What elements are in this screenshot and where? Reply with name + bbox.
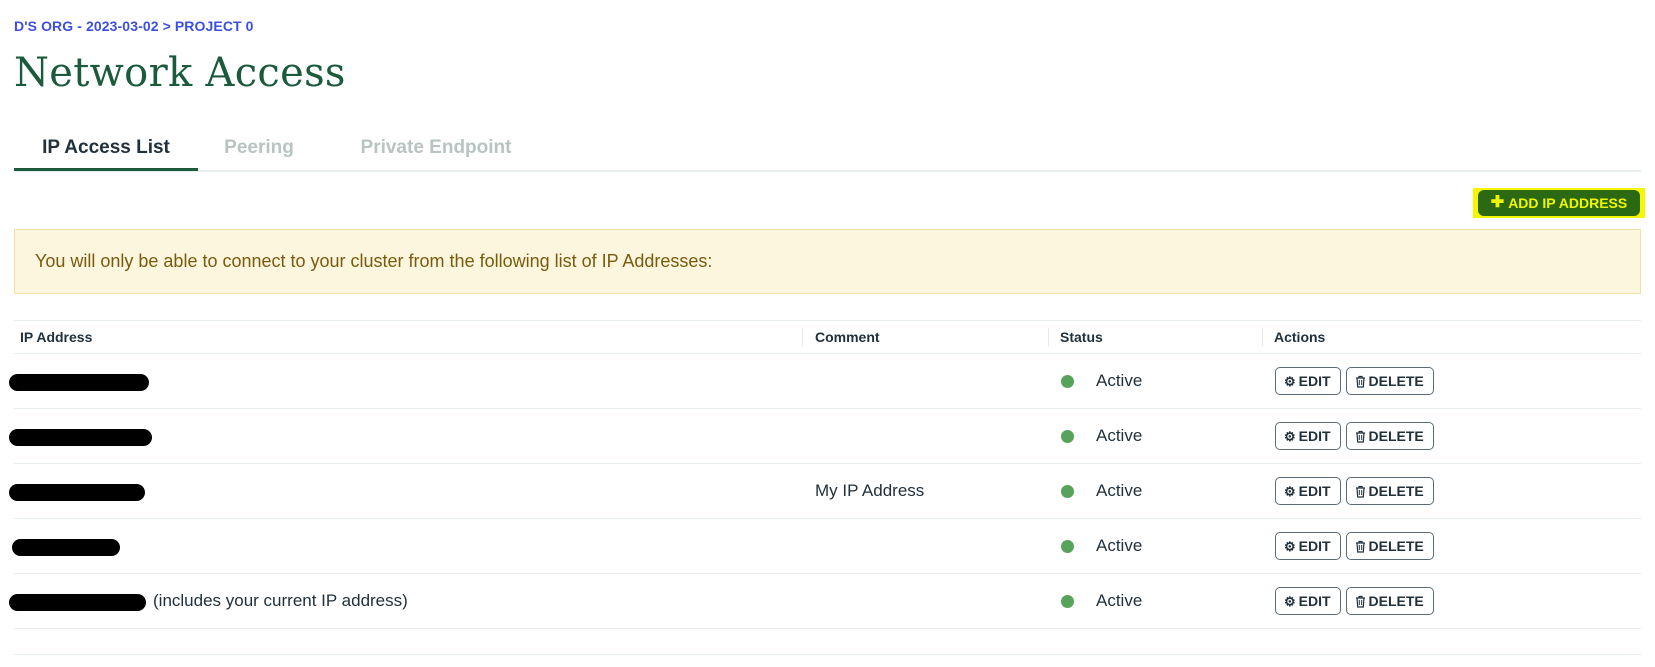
delete-button[interactable]: DELETE <box>1345 477 1434 505</box>
breadcrumb[interactable]: D'S ORG - 2023-03-02 > PROJECT 0 <box>14 18 254 34</box>
edit-button[interactable]: ⚙ EDIT <box>1275 587 1341 615</box>
edit-label: EDIT <box>1298 428 1331 444</box>
row-status: Active <box>1096 371 1143 390</box>
page-title: Network Access <box>14 50 346 96</box>
row-status: Active <box>1096 481 1143 500</box>
table-row: Active ⚙ EDIT DELETE <box>12 519 1641 574</box>
tab-ip-access-list[interactable]: IP Access List <box>14 128 198 171</box>
column-divider <box>1262 328 1263 347</box>
status-dot <box>1061 595 1074 608</box>
status-dot <box>1061 485 1074 498</box>
header-status: Status <box>1060 329 1103 345</box>
delete-label: DELETE <box>1368 373 1424 389</box>
row-actions: ⚙ EDIT DELETE <box>1275 422 1434 450</box>
header-ip-address: IP Address <box>20 329 93 345</box>
row-actions: ⚙ EDIT DELETE <box>1275 477 1434 505</box>
tab-peering[interactable]: Peering <box>198 128 320 168</box>
edit-button[interactable]: ⚙ EDIT <box>1275 477 1341 505</box>
gear-icon: ⚙ <box>1284 373 1296 389</box>
table-row: Active ⚙ EDIT DELETE <box>9 409 1641 464</box>
plus-icon: ✚ <box>1490 194 1505 211</box>
table-header: IP Address Comment Status Actions <box>14 320 1641 354</box>
trash-icon <box>1355 540 1366 553</box>
delete-button[interactable]: DELETE <box>1345 422 1434 450</box>
redacted-ip <box>12 539 120 556</box>
gear-icon: ⚙ <box>1284 538 1296 554</box>
row-status: Active <box>1096 591 1143 610</box>
ip-access-table: IP Address Comment Status Actions Active… <box>9 320 1641 629</box>
gear-icon: ⚙ <box>1284 483 1296 499</box>
current-ip-note: (includes your current IP address) <box>153 591 408 610</box>
add-ip-address-label: ADD IP ADDRESS <box>1508 195 1628 211</box>
table-row: (includes your current IP address) Activ… <box>9 574 1641 629</box>
delete-label: DELETE <box>1368 538 1424 554</box>
delete-label: DELETE <box>1368 483 1424 499</box>
header-actions: Actions <box>1274 329 1326 345</box>
row-actions: ⚙ EDIT DELETE <box>1275 367 1434 395</box>
row-status: Active <box>1096 536 1143 555</box>
trash-icon <box>1355 595 1366 608</box>
column-divider <box>1048 328 1049 347</box>
edit-label: EDIT <box>1298 483 1331 499</box>
add-ip-address-highlight: ✚ ADD IP ADDRESS <box>1473 188 1645 218</box>
delete-label: DELETE <box>1368 593 1424 609</box>
header-comment: Comment <box>815 329 880 345</box>
table-row: Active ⚙ EDIT DELETE <box>9 354 1641 409</box>
row-actions: ⚙ EDIT DELETE <box>1275 532 1434 560</box>
edit-button[interactable]: ⚙ EDIT <box>1275 422 1341 450</box>
trash-icon <box>1355 485 1366 498</box>
gear-icon: ⚙ <box>1284 593 1296 609</box>
edit-label: EDIT <box>1298 593 1331 609</box>
row-actions: ⚙ EDIT DELETE <box>1275 587 1434 615</box>
row-status: Active <box>1096 426 1143 445</box>
tab-private-endpoint[interactable]: Private Endpoint <box>320 128 552 168</box>
divider <box>14 654 1641 655</box>
edit-label: EDIT <box>1298 373 1331 389</box>
redacted-ip <box>9 594 146 611</box>
table-row: My IP Address Active ⚙ EDIT DELETE <box>9 464 1641 519</box>
edit-label: EDIT <box>1298 538 1331 554</box>
delete-button[interactable]: DELETE <box>1345 587 1434 615</box>
status-dot <box>1061 375 1074 388</box>
gear-icon: ⚙ <box>1284 428 1296 444</box>
redacted-ip <box>9 429 152 446</box>
add-ip-address-button[interactable]: ✚ ADD IP ADDRESS <box>1478 190 1640 216</box>
edit-button[interactable]: ⚙ EDIT <box>1275 532 1341 560</box>
tab-bar: IP Access List Peering Private Endpoint <box>14 128 1641 172</box>
edit-button[interactable]: ⚙ EDIT <box>1275 367 1341 395</box>
redacted-ip <box>9 484 145 501</box>
status-dot <box>1061 430 1074 443</box>
trash-icon <box>1355 375 1366 388</box>
trash-icon <box>1355 430 1366 443</box>
info-banner: You will only be able to connect to your… <box>14 229 1641 294</box>
delete-button[interactable]: DELETE <box>1345 367 1434 395</box>
redacted-ip <box>9 374 149 391</box>
column-divider <box>802 328 803 347</box>
delete-label: DELETE <box>1368 428 1424 444</box>
row-comment: My IP Address <box>815 481 925 500</box>
info-banner-text: You will only be able to connect to your… <box>35 251 713 271</box>
delete-button[interactable]: DELETE <box>1345 532 1434 560</box>
status-dot <box>1061 540 1074 553</box>
network-access-page: D'S ORG - 2023-03-02 > PROJECT 0 Network… <box>9 0 1645 667</box>
